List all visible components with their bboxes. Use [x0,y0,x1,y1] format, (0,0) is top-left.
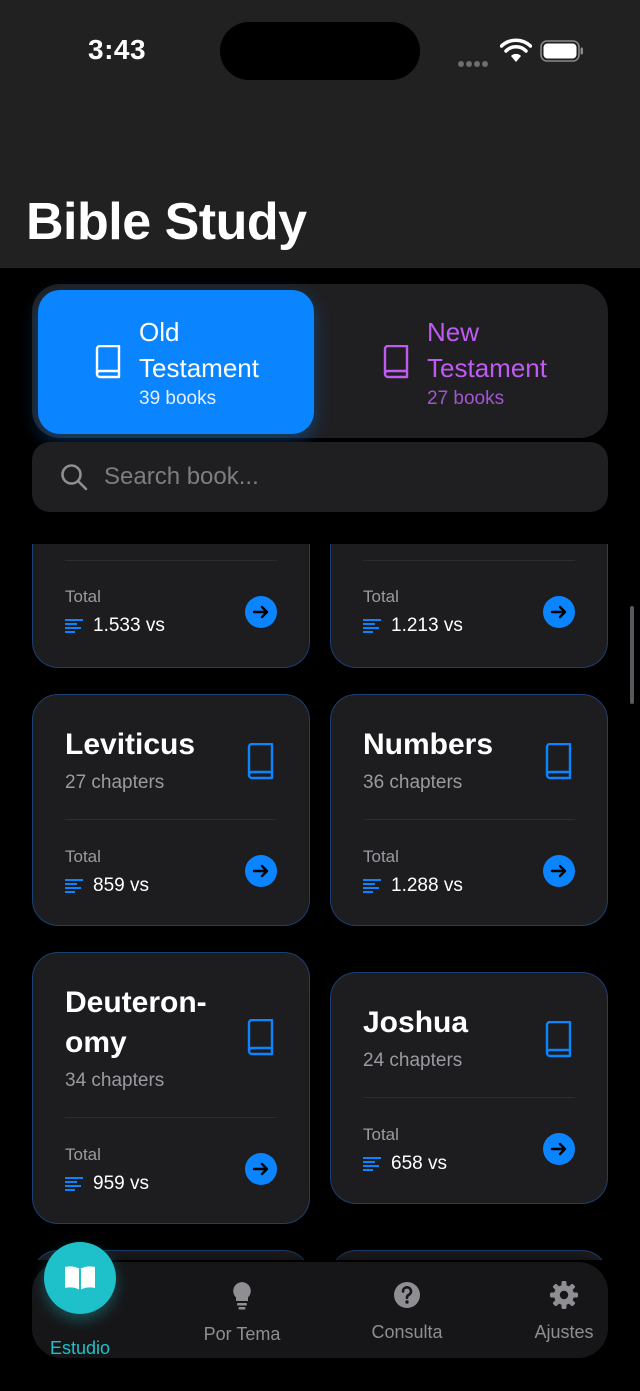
open-book-button[interactable] [543,1133,575,1165]
old-testament-label-1: Old [139,317,180,347]
card-divider [65,819,277,820]
verse-count: 1.213 vs [363,615,463,637]
book-name: Leviticus [65,728,196,761]
battery-icon [540,40,583,62]
card-divider [363,1097,575,1098]
chapter-count: 24 chapters [363,1050,463,1071]
card-divider [65,1117,277,1118]
book-icon [247,1019,274,1056]
chapter-count: 36 chapters [363,772,463,793]
total-label: Total [363,587,399,606]
tab-label-estudio: Estudio [49,1338,111,1358]
question-circle-icon [394,1282,420,1308]
chapter-count: 34 chapters [65,1070,165,1091]
tab-estudio[interactable] [44,1242,116,1314]
book-card[interactable]: Total 1.533 vs [32,544,310,668]
book-name: Joshua [363,1006,469,1039]
open-book-button[interactable] [245,1153,277,1185]
verse-count: 1.288 vs [363,875,463,897]
new-testament-label-2: Testament [427,353,547,383]
card-divider [65,560,277,561]
arrow-right-icon [252,864,269,878]
book-icon [247,743,274,780]
book-card-numbers[interactable]: Numbers 36 chapters Total 1.288 vs [330,694,608,926]
text-lines-icon [65,879,83,893]
text-lines-icon [363,879,381,893]
card-divider [363,819,575,820]
verse-count: 658 vs [363,1153,447,1175]
open-book-button[interactable] [543,596,575,628]
old-testament-label-2: Testament [139,353,259,383]
page-title: Bible Study [26,193,307,251]
tab-consulta[interactable]: Consulta [342,1262,472,1358]
book-card-deuteronomy[interactable]: Deuteron- omy 34 chapters Total 959 vs [32,952,310,1224]
tab-ajustes[interactable]: Ajustes [499,1262,629,1358]
open-book-button[interactable] [245,855,277,887]
verse-count: 1.533 vs [65,615,165,637]
total-label: Total [363,1125,399,1144]
verse-count: 859 vs [65,875,149,897]
open-book-icon [65,1266,95,1290]
verse-count-text: 1.288 vs [391,875,463,896]
open-book-button[interactable] [543,855,575,887]
book-name: Numbers [363,728,494,761]
book-grid: Total 1.533 vs Total 1.213 vs Leviticus … [0,544,640,1260]
old-testament-button[interactable]: Old Testament 39 books [38,290,314,434]
open-book-button[interactable] [245,596,277,628]
testament-switch: Old Testament 39 books New Testament 27 … [32,284,608,438]
book-name-line-2: omy [65,1026,127,1059]
verse-count-text: 959 vs [93,1173,149,1194]
old-testament-count: 39 books [139,388,217,409]
total-label: Total [65,1145,101,1164]
book-card-joshua[interactable]: Joshua 24 chapters Total 658 vs [330,972,608,1204]
arrow-right-icon [550,864,567,878]
lightbulb-icon [233,1282,251,1310]
new-testament-button[interactable]: New Testament 27 books [326,290,602,434]
verse-count-text: 658 vs [391,1153,447,1174]
tab-label: Ajustes [534,1322,594,1342]
search-icon [61,464,88,491]
book-icon [545,743,572,780]
book-name-line-1: Deuteron- [65,986,207,1019]
verse-count-text: 859 vs [93,875,149,896]
text-lines-icon [363,1157,381,1171]
verse-count: 959 vs [65,1173,149,1195]
arrow-right-icon [550,1142,567,1156]
arrow-right-icon [252,605,269,619]
search-input[interactable] [104,463,544,491]
total-label: Total [65,587,101,606]
book-icon [383,345,409,379]
header: 3:43 Bible Study [0,0,640,268]
chapter-count: 27 chapters [65,772,165,793]
text-lines-icon [363,619,381,633]
dynamic-island [220,22,420,80]
search-bar[interactable] [32,442,608,512]
arrow-right-icon [252,1162,269,1176]
status-time: 3:43 [88,34,147,65]
tab-label: Consulta [371,1322,443,1342]
verse-count-text: 1.533 vs [93,615,165,636]
total-label: Total [363,847,399,866]
arrow-right-icon [550,605,567,619]
book-icon [95,345,121,379]
book-card-leviticus[interactable]: Leviticus 27 chapters Total 859 vs [32,694,310,926]
text-lines-icon [65,1177,83,1191]
new-testament-count: 27 books [427,388,505,409]
book-card[interactable] [330,1250,608,1260]
tab-label: Por Tema [203,1324,281,1344]
total-label: Total [65,847,101,866]
new-testament-label-1: New [427,317,480,347]
verse-count-text: 1.213 vs [391,615,463,636]
card-divider [363,560,575,561]
tab-por-tema[interactable]: Por Tema [177,1262,307,1358]
wifi-icon [500,38,532,62]
text-lines-icon [65,619,83,633]
book-card[interactable]: Total 1.213 vs [330,544,608,668]
book-icon [545,1021,572,1058]
scrollbar[interactable] [630,606,634,704]
gear-icon [550,1281,578,1309]
cellular-signal-icon [458,54,490,72]
